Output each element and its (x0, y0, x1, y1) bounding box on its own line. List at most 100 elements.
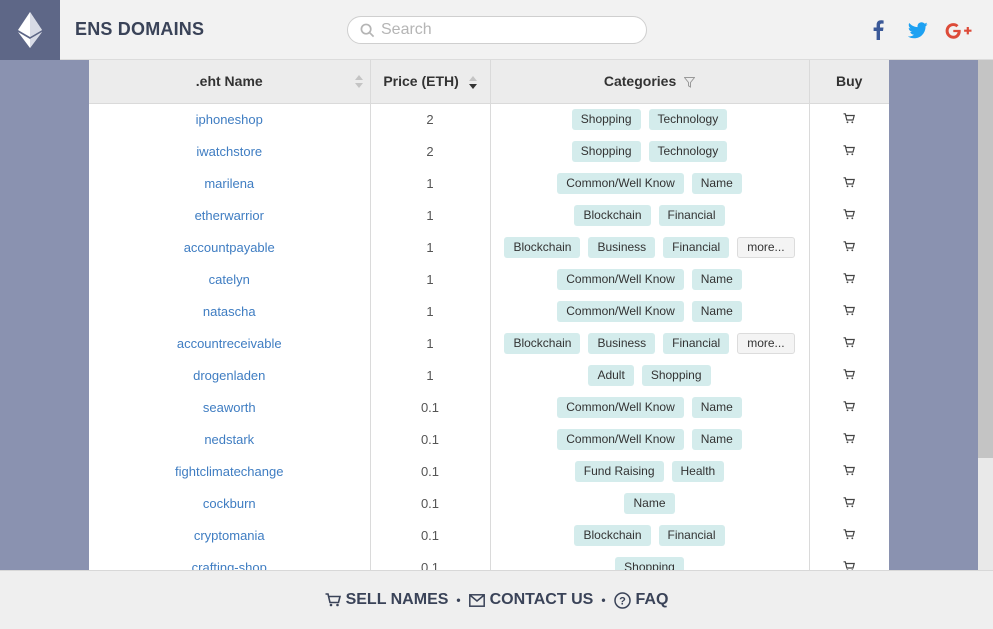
price-cell: 0.1 (370, 391, 491, 423)
search-input[interactable] (381, 21, 631, 39)
domain-name-link[interactable]: natascha (89, 295, 371, 327)
domains-table-container[interactable]: .eht Name Price (ETH) Categories Buy iph… (89, 60, 889, 570)
category-tag[interactable]: Technology (648, 140, 728, 162)
category-tag[interactable]: Business (588, 332, 656, 354)
domain-name-link[interactable]: drogenladen (89, 359, 371, 391)
category-tag[interactable]: Name (691, 172, 742, 194)
scrollbar[interactable] (978, 60, 993, 570)
google-plus-link[interactable] (944, 18, 972, 42)
domain-name-link[interactable]: cockburn (89, 487, 371, 519)
column-header-name[interactable]: .eht Name (89, 60, 371, 104)
footer-separator: • (456, 593, 461, 607)
cart-icon[interactable] (843, 144, 856, 159)
category-tag[interactable]: Blockchain (504, 332, 581, 354)
search-box[interactable] (347, 16, 647, 44)
domain-name-link[interactable]: iwatchstore (89, 135, 371, 167)
ethereum-logo[interactable] (0, 0, 60, 60)
table-row: nedstark 0.1 Common/Well Know Name (89, 423, 889, 455)
category-tag[interactable]: Financial (663, 236, 730, 258)
cart-icon[interactable] (843, 272, 856, 287)
buy-cell (809, 487, 889, 519)
category-tag[interactable]: Name (624, 492, 675, 514)
category-tag[interactable]: Financial (658, 204, 725, 226)
domain-name-link[interactable]: crafting-shop (89, 551, 371, 570)
cart-icon[interactable] (843, 400, 856, 415)
category-tag[interactable]: Common/Well Know (557, 396, 684, 418)
category-tag[interactable]: Common/Well Know (557, 428, 684, 450)
category-tag[interactable]: Technology (648, 108, 728, 130)
category-tag[interactable]: Shopping (641, 364, 711, 386)
sell-names-link[interactable]: SELL NAMES (325, 591, 448, 609)
categories-cell: Fund Raising Health (490, 455, 810, 487)
buy-cell (809, 135, 889, 167)
filter-icon[interactable] (684, 77, 696, 88)
cart-icon[interactable] (843, 112, 856, 127)
twitter-link[interactable] (907, 18, 929, 42)
cart-icon[interactable] (843, 432, 856, 447)
buy-cell (809, 167, 889, 199)
facebook-link[interactable] (870, 18, 886, 42)
category-tag[interactable]: Name (691, 268, 742, 290)
table-row: accountreceivable 1 Blockchain Business Fina… (89, 327, 889, 359)
domain-name-link[interactable]: seaworth (89, 391, 371, 423)
more-categories-button[interactable]: more... (737, 332, 795, 354)
category-tag[interactable]: Name (691, 428, 742, 450)
column-header-price[interactable]: Price (ETH) (370, 60, 491, 104)
category-tag[interactable]: Shopping (615, 556, 684, 570)
domain-name-link[interactable]: accountpayable (89, 231, 371, 263)
category-tag[interactable]: Name (691, 396, 742, 418)
category-tag[interactable]: Common/Well Know (557, 300, 684, 322)
category-tag[interactable]: Common/Well Know (557, 268, 684, 290)
mail-icon (468, 593, 485, 607)
category-tag[interactable]: Health (671, 460, 725, 482)
cart-icon[interactable] (843, 240, 856, 255)
category-tag[interactable]: Adult (588, 364, 634, 386)
cart-icon[interactable] (843, 208, 856, 223)
domain-name-link[interactable]: catelyn (89, 263, 371, 295)
category-tag[interactable]: Blockchain (574, 204, 651, 226)
category-tag[interactable]: Fund Raising (574, 460, 664, 482)
brand-title[interactable]: ENS DOMAINS (75, 19, 204, 40)
more-categories-button[interactable]: more... (737, 236, 795, 258)
table-row: natascha 1 Common/Well Know Name (89, 295, 889, 327)
cart-icon[interactable] (843, 304, 856, 319)
category-tag[interactable]: Name (691, 300, 742, 322)
domain-name-link[interactable]: nedstark (89, 423, 371, 455)
cart-icon[interactable] (843, 336, 856, 351)
domain-name-link[interactable]: etherwarrior (89, 199, 371, 231)
domain-name-link[interactable]: cryptomania (89, 519, 371, 551)
cart-icon[interactable] (843, 560, 856, 570)
category-tag[interactable]: Shopping (571, 140, 641, 162)
cart-icon[interactable] (843, 464, 856, 479)
categories-cell: Common/Well Know Name (490, 391, 810, 423)
category-tag[interactable]: Blockchain (574, 524, 651, 546)
table-row: drogenladen 1 Adult Shopping (89, 359, 889, 391)
scrollbar-thumb[interactable] (978, 60, 993, 458)
price-cell: 0.1 (370, 423, 491, 455)
cart-icon[interactable] (843, 176, 856, 191)
domains-table: .eht Name Price (ETH) Categories Buy iph… (89, 60, 889, 570)
column-header-categories[interactable]: Categories (490, 60, 810, 104)
category-tag[interactable]: Business (588, 236, 656, 258)
category-tag[interactable]: Financial (663, 332, 730, 354)
domain-name-link[interactable]: accountreceivable (89, 327, 371, 359)
sort-descending-icon[interactable] (468, 76, 477, 90)
cart-icon[interactable] (843, 368, 856, 383)
sort-icon[interactable] (354, 75, 363, 88)
price-cell: 2 (370, 103, 491, 135)
domain-name-link[interactable]: fightclimatechange (89, 455, 371, 487)
price-cell: 1 (370, 327, 491, 359)
category-tag[interactable]: Common/Well Know (557, 172, 684, 194)
category-tag[interactable]: Financial (658, 524, 725, 546)
cart-icon[interactable] (843, 528, 856, 543)
categories-cell: Shopping (490, 551, 810, 570)
category-tag[interactable]: Blockchain (504, 236, 581, 258)
cart-icon[interactable] (843, 496, 856, 511)
categories-cell: Common/Well Know Name (490, 423, 810, 455)
faq-link[interactable]: ? FAQ (613, 591, 668, 609)
category-tag[interactable]: Shopping (571, 108, 641, 130)
contact-us-link[interactable]: CONTACT US (468, 591, 593, 609)
price-cell: 1 (370, 359, 491, 391)
domain-name-link[interactable]: marilena (89, 167, 371, 199)
domain-name-link[interactable]: iphoneshop (89, 103, 371, 135)
